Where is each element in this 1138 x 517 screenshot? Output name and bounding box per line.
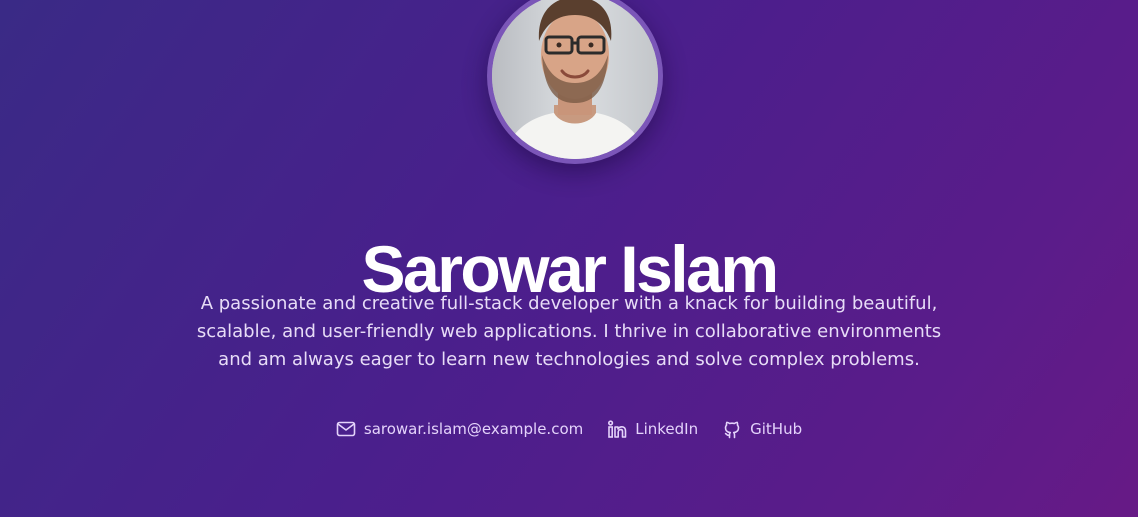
- email-link[interactable]: sarowar.islam@example.com: [336, 416, 583, 442]
- avatar-ring: [487, 0, 663, 164]
- linkedin-link[interactable]: LinkedIn: [607, 416, 698, 442]
- mail-icon: [336, 419, 356, 439]
- profile-bio: A passionate and creative full-stack dev…: [196, 293, 942, 370]
- email-link-label: sarowar.islam@example.com: [363, 420, 584, 438]
- linkedin-link-label: LinkedIn: [635, 420, 699, 438]
- profile-photo: [492, 0, 658, 159]
- github-link[interactable]: GitHub: [722, 416, 802, 442]
- github-link-label: GitHub: [750, 420, 803, 438]
- hero-section: Sarowar Islam A passionate and creative …: [0, 0, 1138, 517]
- linkedin-icon: [607, 419, 627, 439]
- github-icon: [722, 419, 742, 439]
- avatar: [492, 0, 658, 159]
- contact-links: sarowar.islam@example.com LinkedIn GitHu…: [0, 416, 1138, 442]
